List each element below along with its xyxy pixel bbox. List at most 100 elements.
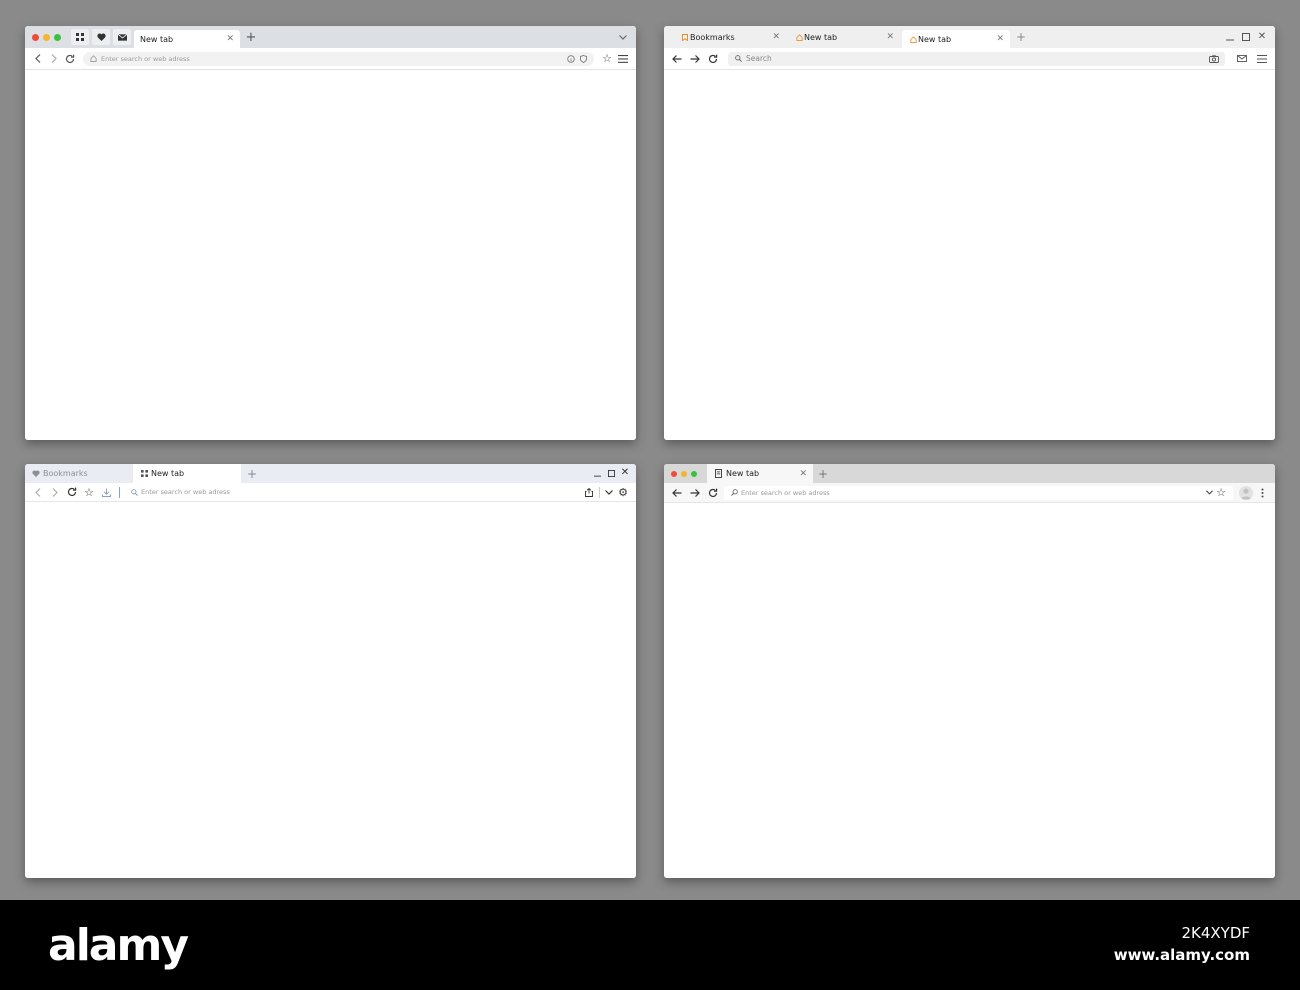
minimize-window-button[interactable]	[43, 33, 50, 41]
forward-icon[interactable]	[688, 486, 702, 500]
heart-icon	[31, 467, 41, 481]
tab-label: New tab	[804, 32, 838, 42]
chevron-down-icon[interactable]	[1204, 486, 1214, 500]
share-icon[interactable]	[582, 485, 596, 499]
stock-image-id: 2K4XYDF	[1181, 924, 1250, 942]
maximize-icon[interactable]	[604, 466, 618, 480]
tab-new-tab-active[interactable]: New tab ✕	[902, 30, 1010, 48]
download-icon[interactable]	[99, 485, 113, 499]
tab-new-tab[interactable]: New tab ✕	[707, 464, 813, 483]
reload-icon[interactable]	[706, 486, 720, 500]
chevron-down-icon[interactable]	[602, 485, 616, 499]
mail-icon[interactable]	[113, 29, 131, 45]
back-icon[interactable]	[670, 486, 684, 500]
tab-bookmarks[interactable]: Bookmarks	[25, 464, 133, 483]
window-controls: ✕	[590, 466, 632, 480]
home-icon	[794, 30, 804, 44]
minimize-window-button[interactable]	[681, 470, 687, 477]
search-icon	[729, 486, 739, 500]
browser-window-4: New tab ✕ + Enter search or web adress ☆	[664, 464, 1275, 878]
close-icon[interactable]: ✕	[618, 466, 632, 480]
tab-bar: Bookmarks New tab + ✕	[25, 464, 636, 483]
tab-new-tab[interactable]: New tab ✕	[134, 30, 240, 48]
reload-icon[interactable]	[65, 485, 79, 499]
shield-icon[interactable]	[577, 52, 589, 66]
forward-icon[interactable]	[688, 52, 702, 66]
minimize-icon[interactable]	[1223, 30, 1237, 44]
close-icon[interactable]: ✕	[886, 32, 894, 42]
close-icon[interactable]: ✕	[1255, 30, 1269, 44]
close-icon[interactable]: ✕	[226, 34, 234, 44]
tab-bar: Bookmarks ✕ New tab ✕ New tab ✕ + ✕	[664, 26, 1275, 48]
tab-label: Bookmarks	[43, 469, 88, 478]
address-placeholder: Enter search or web adress	[141, 488, 230, 496]
star-icon[interactable]: ☆	[600, 52, 614, 66]
reload-icon[interactable]	[63, 52, 77, 66]
maximize-window-button[interactable]	[691, 470, 697, 477]
menu-icon[interactable]	[1255, 52, 1269, 66]
home-icon	[908, 32, 918, 46]
tab-bookmarks[interactable]: Bookmarks ✕	[674, 28, 786, 46]
camera-icon[interactable]	[1208, 52, 1220, 66]
minimize-icon[interactable]	[590, 466, 604, 480]
browser-window-1: New tab ✕ + Enter search or web adress ☆	[25, 26, 636, 440]
avatar-icon[interactable]	[1239, 485, 1253, 500]
brand-logo: alamy	[48, 920, 189, 971]
plus-icon[interactable]: +	[245, 467, 259, 481]
back-icon[interactable]	[31, 52, 45, 66]
plus-icon[interactable]: +	[816, 467, 830, 481]
page-icon	[713, 467, 723, 481]
toolbar: Enter search or web adress ☆	[25, 48, 636, 70]
back-icon[interactable]	[670, 52, 684, 66]
tab-bar: New tab ✕ +	[25, 26, 636, 48]
kebab-icon[interactable]	[1255, 486, 1269, 500]
page-content	[25, 70, 636, 440]
close-window-button[interactable]	[671, 470, 677, 477]
address-placeholder: Enter search or web adress	[101, 54, 190, 63]
maximize-icon[interactable]	[1239, 30, 1253, 44]
address-placeholder: Enter search or web adress	[741, 488, 830, 497]
back-icon[interactable]	[31, 485, 45, 499]
tab-new-tab[interactable]: New tab	[133, 464, 241, 483]
tab-label: New tab	[151, 469, 185, 478]
tab-label: New tab	[918, 34, 952, 44]
chevron-down-icon[interactable]	[616, 30, 630, 44]
gear-icon[interactable]: ⚙	[616, 485, 630, 499]
tab-bar: New tab ✕ +	[664, 464, 1275, 483]
address-bar[interactable]: Enter search or web adress	[124, 485, 582, 499]
search-bar[interactable]: Search	[728, 51, 1225, 66]
tab-label: New tab	[726, 469, 760, 478]
address-bar[interactable]: Enter search or web adress	[83, 51, 594, 66]
toolbar: ☆ Enter search or web adress ⚙	[25, 483, 636, 502]
grid-icon	[139, 467, 149, 481]
heart-icon[interactable]	[92, 29, 110, 45]
reload-icon[interactable]	[706, 52, 720, 66]
address-bar[interactable]: Enter search or web adress ☆	[724, 485, 1233, 500]
tab-label: Bookmarks	[690, 32, 735, 42]
site-url: www.alamy.com	[1113, 946, 1250, 964]
close-icon[interactable]: ✕	[772, 32, 780, 42]
toolbar-divider	[119, 486, 120, 498]
toolbar: Search	[664, 48, 1275, 70]
search-placeholder: Search	[746, 54, 772, 63]
home-icon	[88, 52, 98, 66]
maximize-window-button[interactable]	[54, 33, 61, 41]
mail-icon[interactable]	[1235, 52, 1249, 66]
close-icon[interactable]: ✕	[996, 34, 1004, 44]
star-icon[interactable]: ☆	[82, 485, 96, 499]
menu-icon[interactable]	[616, 52, 630, 66]
close-window-button[interactable]	[32, 33, 39, 41]
forward-icon[interactable]	[48, 485, 62, 499]
tab-new-tab[interactable]: New tab ✕	[788, 28, 900, 46]
info-icon[interactable]	[565, 52, 577, 66]
star-icon[interactable]: ☆	[1214, 486, 1228, 500]
page-content	[664, 70, 1275, 440]
grid-icon[interactable]	[71, 29, 89, 45]
close-icon[interactable]: ✕	[799, 469, 807, 479]
forward-icon[interactable]	[47, 52, 61, 66]
search-icon	[733, 52, 743, 66]
plus-icon[interactable]: +	[1014, 30, 1028, 44]
bookmark-icon	[680, 30, 690, 44]
tab-label: New tab	[140, 34, 174, 44]
plus-icon[interactable]: +	[244, 30, 258, 44]
